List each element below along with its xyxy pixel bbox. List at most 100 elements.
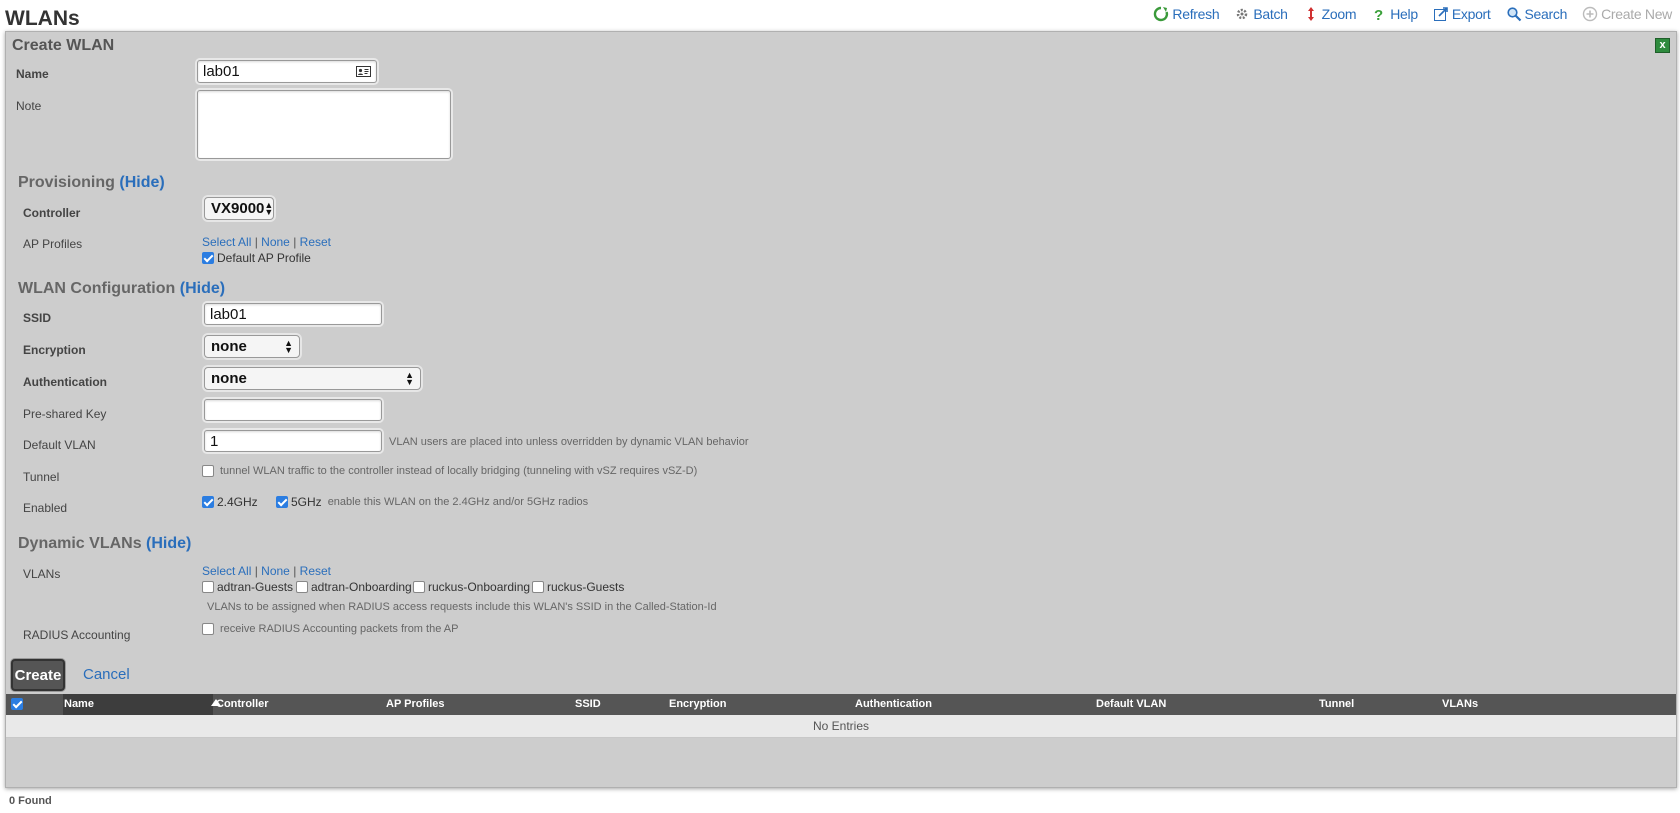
export-button[interactable]: Export <box>1433 6 1491 22</box>
tunnel-checkbox[interactable] <box>202 465 214 477</box>
wlan-config-hide-link[interactable]: (Hide) <box>180 280 225 297</box>
default-vlan-label: Default VLAN <box>23 438 96 452</box>
encryption-value: none <box>211 338 247 355</box>
vlan-option-label: adtran-Onboarding <box>311 580 412 594</box>
result-count: 0 Found <box>9 795 52 807</box>
batch-icon <box>1237 8 1248 20</box>
vlan-checkbox[interactable] <box>202 581 214 593</box>
close-button[interactable]: x <box>1655 38 1670 53</box>
create-new-button[interactable]: Create New <box>1582 6 1672 22</box>
zoom-label: Zoom <box>1321 6 1357 22</box>
vlan-checkbox[interactable] <box>296 581 308 593</box>
provisioning-heading: Provisioning (Hide) <box>18 174 165 192</box>
band-5-checkbox[interactable] <box>276 496 288 508</box>
note-label: Note <box>16 99 42 113</box>
provisioning-hide-link[interactable]: (Hide) <box>119 174 164 191</box>
band-24-label: 2.4GHz <box>217 495 258 509</box>
no-entries-text: No Entries <box>812 719 870 733</box>
create-wlan-panel: Create WLAN x Name lab01 Note Provisioni… <box>5 31 1677 788</box>
column-header-name[interactable]: Name <box>64 698 94 710</box>
vlan-option-ruckus-guests: ruckus-Guests <box>532 580 624 594</box>
vlans-links: Select All | None | Reset <box>202 564 331 578</box>
default-ap-profile-label: Default AP Profile <box>217 251 311 265</box>
help-label: Help <box>1390 6 1418 22</box>
separator: | <box>254 564 258 578</box>
batch-button[interactable]: Batch <box>1234 6 1288 22</box>
page-title: WLANs <box>5 7 80 30</box>
column-header-authentication[interactable]: Authentication <box>855 698 932 710</box>
vlan-option-ruckus-onboarding: ruckus-Onboarding <box>413 580 530 594</box>
separator: | <box>254 235 258 249</box>
dynamic-vlans-heading: Dynamic VLANs (Hide) <box>18 535 191 553</box>
plus-circle-icon <box>1582 6 1598 22</box>
name-value: lab01 <box>203 63 240 80</box>
cancel-button[interactable]: Cancel <box>83 666 130 683</box>
ap-profiles-select-all[interactable]: Select All <box>202 235 251 249</box>
column-header-encryption[interactable]: Encryption <box>669 698 726 710</box>
controller-select[interactable]: VX9000 ▲ ▼ <box>204 197 274 220</box>
vlan-checkbox[interactable] <box>413 581 425 593</box>
radius-accounting-hint: receive RADIUS Accounting packets from t… <box>220 623 459 635</box>
column-header-tunnel[interactable]: Tunnel <box>1319 698 1354 710</box>
vlans-select-all[interactable]: Select All <box>202 564 251 578</box>
toolbar: Refresh Batch Zoom ? Help Export Search … <box>1153 6 1672 22</box>
batch-label: Batch <box>1253 6 1288 22</box>
zoom-icon <box>1307 7 1314 21</box>
column-header-ssid[interactable]: SSID <box>575 698 601 710</box>
provisioning-heading-text: Provisioning <box>18 174 115 191</box>
column-header-default-vlan[interactable]: Default VLAN <box>1096 698 1166 710</box>
encryption-select[interactable]: none ▲ ▼ <box>204 335 300 358</box>
vlans-none[interactable]: None <box>261 564 290 578</box>
table-header: Name Controller AP Profiles SSID Encrypt… <box>6 694 1676 715</box>
radius-accounting-checkbox[interactable] <box>202 623 214 635</box>
dynamic-vlans-hide-link[interactable]: (Hide) <box>146 535 191 552</box>
name-input[interactable]: lab01 <box>197 60 377 83</box>
column-header-controller[interactable]: Controller <box>216 698 269 710</box>
vlans-reset[interactable]: Reset <box>300 564 331 578</box>
default-vlan-input[interactable]: 1 <box>204 430 382 452</box>
refresh-icon <box>1154 6 1169 22</box>
psk-input[interactable] <box>204 399 382 421</box>
column-header-vlans[interactable]: VLANs <box>1442 698 1478 710</box>
authentication-select[interactable]: none ▲ ▼ <box>204 367 421 390</box>
create-button[interactable]: Create <box>11 659 65 691</box>
svg-text:?: ? <box>1374 7 1383 22</box>
ssid-input[interactable]: lab01 <box>204 303 382 325</box>
select-arrows-icon: ▲ ▼ <box>284 337 293 355</box>
controller-label: Controller <box>23 206 81 220</box>
encryption-label: Encryption <box>23 343 86 357</box>
table-empty-row: No Entries <box>6 715 1676 738</box>
note-textarea[interactable] <box>197 90 451 159</box>
vlan-option-label: ruckus-Guests <box>547 580 625 594</box>
default-ap-profile-checkbox[interactable] <box>202 252 214 264</box>
band-5-option: 5GHz enable this WLAN on the 2.4GHz and/… <box>276 495 588 509</box>
band-24-option: 2.4GHz <box>202 495 258 509</box>
help-button[interactable]: ? Help <box>1371 6 1418 22</box>
authentication-value: none <box>211 370 247 387</box>
vlan-checkbox[interactable] <box>532 581 544 593</box>
refresh-label: Refresh <box>1172 6 1220 22</box>
tunnel-option: tunnel WLAN traffic to the controller in… <box>202 465 697 477</box>
band-24-checkbox[interactable] <box>202 496 214 508</box>
wlan-config-heading-text: WLAN Configuration <box>18 280 176 297</box>
name-label: Name <box>16 67 49 81</box>
ap-profiles-reset[interactable]: Reset <box>300 235 331 249</box>
search-button[interactable]: Search <box>1506 6 1567 22</box>
ap-profiles-label: AP Profiles <box>23 237 83 251</box>
vlans-label: VLANs <box>23 567 61 581</box>
refresh-button[interactable]: Refresh <box>1153 6 1220 22</box>
vlan-option-adtran-onboarding: adtran-Onboarding <box>296 580 412 594</box>
controller-value: VX9000 <box>211 200 265 217</box>
dynamic-vlans-heading-text: Dynamic VLANs <box>18 535 142 552</box>
contact-card-icon <box>356 66 371 77</box>
select-arrows-icon: ▲ ▼ <box>405 369 414 387</box>
radius-accounting-label: RADIUS Accounting <box>23 628 131 642</box>
ap-profiles-none[interactable]: None <box>261 235 290 249</box>
default-vlan-hint: VLAN users are placed into unless overri… <box>389 436 749 448</box>
select-all-checkbox[interactable] <box>11 698 23 710</box>
zoom-button[interactable]: Zoom <box>1303 6 1357 22</box>
vlan-option-label: ruckus-Onboarding <box>428 580 531 594</box>
column-header-ap-profiles[interactable]: AP Profiles <box>386 698 445 710</box>
tunnel-label: Tunnel <box>23 470 60 484</box>
ssid-label: SSID <box>23 311 52 325</box>
